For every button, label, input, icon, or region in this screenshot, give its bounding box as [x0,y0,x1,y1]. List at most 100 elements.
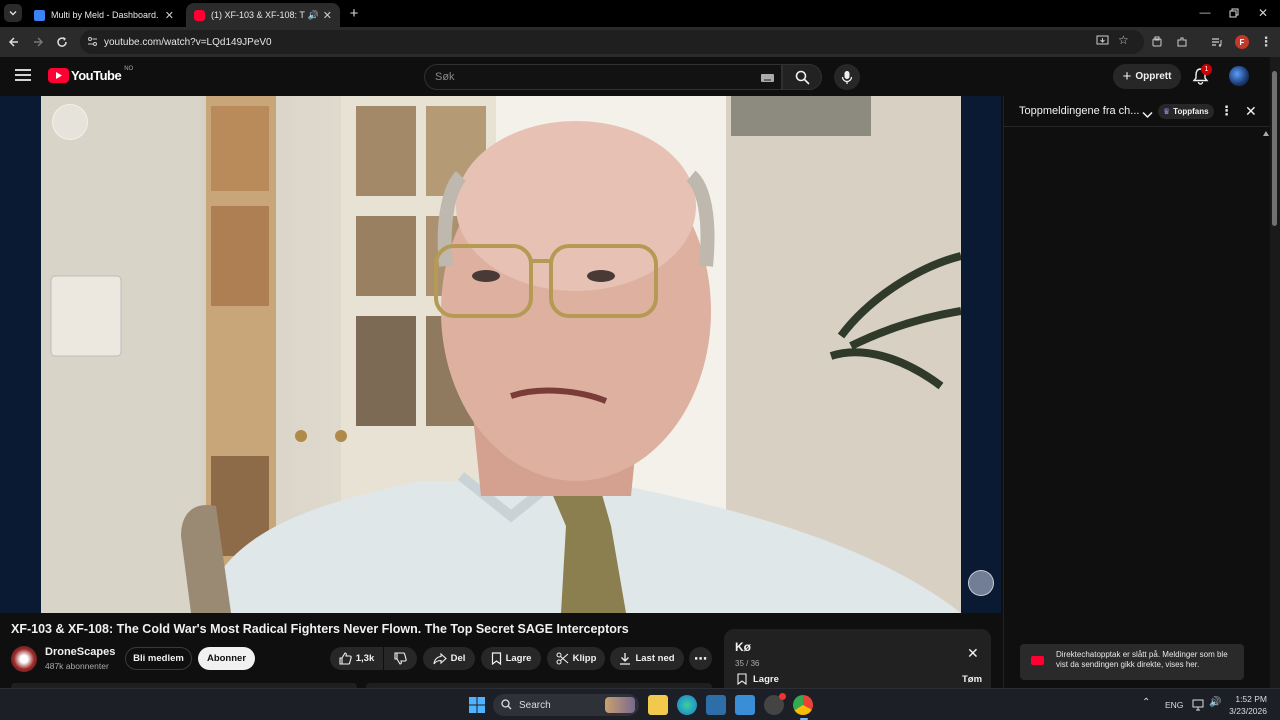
chat-replay-notice: Direktechatopptak er slått på. Meldinger… [1020,644,1244,680]
search-highlight-icon [605,697,635,713]
clock-date[interactable]: 3/23/2026 [1222,706,1267,716]
youtube-logo[interactable]: YouTube NO [48,65,134,83]
new-tab-button[interactable]: + [345,4,363,22]
edge-browser-icon[interactable] [677,695,697,715]
language-indicator[interactable]: ENG [1165,700,1183,710]
subscribe-button[interactable]: Abonner [198,647,255,670]
save-button[interactable]: Lagre [481,647,541,670]
minimize-window-icon[interactable]: — [1196,4,1214,22]
thumbs-up-icon [339,652,352,665]
queue-save-button[interactable]: Lagre [737,673,779,685]
chat-mode-title[interactable]: Toppmeldingene fra ch... [1019,105,1139,117]
taskbar-search-box[interactable]: Search [493,694,639,716]
account-avatar[interactable] [1229,66,1249,86]
guide-menu-icon[interactable] [14,68,32,87]
media-controls-icon[interactable] [1208,33,1226,51]
clock-time[interactable]: 1:52 PM [1229,694,1267,704]
download-button[interactable]: Last ned [610,647,684,670]
profile-avatar[interactable]: F [1233,33,1251,51]
video-title: XF-103 & XF-108: The Cold War's Most Rad… [11,622,629,636]
queue-clear-button[interactable]: Tøm [962,674,982,685]
close-tab-icon[interactable]: ✕ [323,9,332,22]
notice-text: Direktechatopptak er slått på. Meldinger… [1056,650,1228,669]
back-icon[interactable] [5,33,23,51]
channel-branding-icon[interactable] [968,570,994,596]
like-button[interactable]: 1,3k [330,647,383,670]
browser-menu-icon[interactable]: ⋮ [1257,33,1275,51]
top-fans-label: Toppfans [1173,107,1209,116]
reload-icon[interactable] [53,33,71,51]
more-horizontal-icon: ⋯ [694,650,707,666]
chrome-browser-icon[interactable] [793,695,813,715]
browser-toolbar: youtube.com/watch?v=LQd149JPeV0 ☆ F ⋮ [0,27,1280,57]
keyboard-icon[interactable] [761,73,774,85]
video-still-image [41,96,961,613]
youtube-header: YouTube NO Søk + Opprett 1 [0,57,1270,96]
create-button[interactable]: + Opprett [1113,64,1181,89]
more-actions-button[interactable]: ⋯ [689,647,712,670]
chat-menu-icon[interactable]: ⋮ [1220,103,1233,119]
install-app-icon[interactable] [1096,35,1109,50]
close-queue-icon[interactable]: ✕ [967,645,979,662]
site-info-icon[interactable] [87,36,98,50]
channel-name[interactable]: DroneScapes [45,646,115,658]
extensions-icon[interactable] [1173,33,1191,51]
dislike-button[interactable] [384,647,417,670]
join-button[interactable]: Bli medlem [125,647,192,670]
tab-title: Multi by Meld - Dashboard. [51,10,159,20]
search-icon [501,699,512,713]
share-arrow-icon [433,652,447,664]
channel-avatar[interactable] [11,646,37,672]
subscribe-label: Abonner [206,653,247,664]
region-code: NO [124,65,134,72]
search-input[interactable]: Søk [424,64,782,90]
notifications-button[interactable]: 1 [1192,64,1212,90]
windows-start-icon[interactable] [469,697,485,718]
clip-button[interactable]: Klipp [547,647,605,670]
desktop-app-icon[interactable] [706,695,726,715]
share-button[interactable]: Del [423,647,475,670]
search-button[interactable] [782,64,822,90]
forward-icon[interactable] [29,33,47,51]
tab-youtube-video[interactable]: (1) XF-103 & XF-108: The C 🔊 ✕ [186,3,340,27]
scrollbar-thumb[interactable] [1272,71,1277,226]
network-icon[interactable] [1192,698,1204,716]
channel-watermark-icon [52,104,88,140]
tab-multi-by-meld[interactable]: Multi by Meld - Dashboard. ✕ [26,3,182,27]
voice-search-button[interactable] [834,64,860,90]
chat-header-divider [1004,126,1270,127]
close-tab-icon[interactable]: ✕ [165,9,174,22]
clip-label: Klipp [572,653,597,664]
speaker-icon[interactable]: 🔊 [308,10,319,21]
top-fans-button[interactable]: ♛ Toppfans [1158,104,1214,119]
join-label: Bli medlem [133,653,184,664]
search-icon [795,70,810,85]
chat-scrollbar[interactable] [1262,130,1270,678]
page-scrollbar[interactable] [1270,57,1280,688]
url-text: youtube.com/watch?v=LQd149JPeV0 [104,36,272,48]
show-hidden-icons-icon[interactable]: ⌃ [1142,697,1150,708]
bookmark-star-icon[interactable]: ☆ [1118,33,1129,47]
taskbar-search-label: Search [519,699,551,711]
plus-icon: + [1122,68,1132,85]
file-explorer-icon[interactable] [648,695,668,715]
restore-window-icon[interactable] [1225,4,1243,22]
chevron-down-icon[interactable] [1142,106,1153,124]
save-label: Lagre [505,653,532,664]
browser-tab-bar: Multi by Meld - Dashboard. ✕ (1) XF-103 … [0,0,1280,27]
tray-app-icon[interactable] [764,693,786,715]
download-label: Last ned [635,653,675,664]
crown-icon: ♛ [1163,107,1171,116]
share-label: Del [450,653,466,664]
notification-badge: 1 [1201,64,1212,75]
extension-puzzle-icon[interactable] [1148,33,1166,51]
thumbs-down-icon [394,652,407,665]
address-bar[interactable]: youtube.com/watch?v=LQd149JPeV0 ☆ [80,30,1144,54]
close-window-icon[interactable]: ✕ [1254,4,1272,22]
video-player[interactable] [0,96,1001,613]
volume-icon[interactable]: 🔊 [1209,697,1221,708]
meld-favicon-icon [34,9,45,21]
close-chat-icon[interactable]: ✕ [1245,103,1257,120]
snipping-tool-icon[interactable] [735,695,755,715]
tab-search-icon[interactable] [4,4,22,22]
